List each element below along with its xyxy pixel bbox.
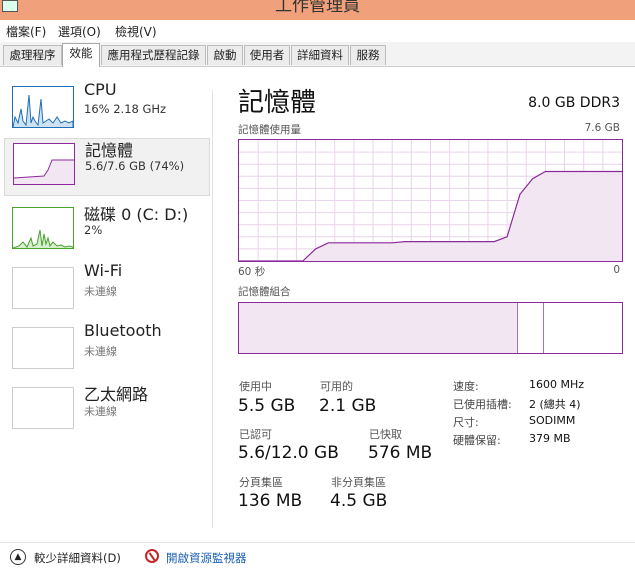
stat-committed-value: 5.6/12.0 GB <box>238 443 339 463</box>
info-slots-value: 2 (總共 4) <box>529 398 581 411</box>
stat-cached-value: 576 MB <box>368 443 433 463</box>
disk-thumbnail-graph <box>12 207 74 249</box>
tab-details[interactable]: 詳細資料 <box>291 45 349 65</box>
sidebar-item-cpu[interactable]: CPU 16% 2.18 GHz <box>4 80 208 138</box>
menu-file[interactable]: 檔案(F) <box>6 23 46 40</box>
composition-label: 記憶體組合 <box>238 286 291 298</box>
memory-usage-svg <box>239 140 622 262</box>
usage-chart-max: 7.6 GB <box>584 122 620 134</box>
stat-in-use-value: 5.5 GB <box>238 396 296 416</box>
sidebar-item-memory[interactable]: 記憶體 5.6/7.6 GB (74%) <box>4 138 210 196</box>
sidebar-title: CPU <box>84 80 117 99</box>
tab-services[interactable]: 服務 <box>350 45 386 65</box>
bluetooth-thumbnail-graph <box>12 327 74 369</box>
cpu-thumbnail-graph <box>12 86 74 128</box>
sidebar-title: Bluetooth <box>84 321 162 340</box>
stat-available-label: 可用的 <box>320 380 353 393</box>
detail-heading: 記憶體 <box>238 88 317 118</box>
stat-paged-pool-value: 136 MB <box>238 491 303 511</box>
sidebar-item-ethernet[interactable]: 乙太網路 未連線 <box>4 383 208 439</box>
tab-startup[interactable]: 啟動 <box>207 45 243 65</box>
fewer-details-link[interactable]: 較少詳細資料(D) <box>34 550 121 566</box>
stat-in-use-label: 使用中 <box>239 380 272 393</box>
open-resource-monitor-link[interactable]: 開啟資源監視器 <box>166 550 247 566</box>
sidebar-subtitle: 5.6/7.6 GB (74%) <box>85 159 185 173</box>
menu-options[interactable]: 選項(O) <box>58 23 101 40</box>
sidebar-title: 記憶體 <box>85 141 134 160</box>
stat-nonpaged-pool-value: 4.5 GB <box>330 491 388 511</box>
sidebar-item-disk[interactable]: 磁碟 0 (C: D:) 2% <box>4 203 208 259</box>
memory-thumbnail-graph <box>13 143 75 185</box>
tab-app-history[interactable]: 應用程式歷程記錄 <box>101 45 206 65</box>
sidebar-subtitle: 未連線 <box>84 285 117 298</box>
panel-divider <box>212 90 213 528</box>
info-speed-label: 速度: <box>453 380 479 393</box>
info-speed-value: 1600 MHz <box>529 378 585 391</box>
stat-available-value: 2.1 GB <box>319 396 377 416</box>
footer-bar: ▲ 較少詳細資料(D) 開啟資源監視器 <box>0 542 635 571</box>
composition-in-use <box>239 303 518 353</box>
ethernet-thumbnail-graph <box>12 387 74 429</box>
memory-usage-chart <box>238 139 623 262</box>
stat-committed-label: 已認可 <box>239 428 272 441</box>
info-form-factor-label: 尺寸: <box>453 416 479 429</box>
time-axis-left: 60 秒 <box>238 266 266 278</box>
resource-monitor-icon[interactable] <box>145 549 159 563</box>
window-title: 工作管理員 <box>275 0 360 16</box>
chevron-up-icon[interactable]: ▲ <box>10 549 26 565</box>
tab-processes[interactable]: 處理程序 <box>3 45 62 65</box>
sidebar-item-bluetooth[interactable]: Bluetooth 未連線 <box>4 321 208 379</box>
sidebar-subtitle: 16% 2.18 GHz <box>84 102 167 116</box>
sidebar-subtitle: 未連線 <box>84 345 117 358</box>
info-hw-reserved-value: 379 MB <box>529 432 571 445</box>
sidebar-subtitle: 未連線 <box>84 405 117 418</box>
sidebar-subtitle: 2% <box>84 223 103 237</box>
tab-performance[interactable]: 效能 <box>62 43 100 67</box>
stat-nonpaged-pool-label: 非分頁集區 <box>331 476 386 489</box>
tab-users[interactable]: 使用者 <box>244 45 290 65</box>
info-slots-label: 已使用插槽: <box>453 398 512 411</box>
info-form-factor-value: SODIMM <box>529 414 576 427</box>
time-axis-right: 0 <box>613 264 620 276</box>
sidebar-title: 磁碟 0 (C: D:) <box>84 205 189 224</box>
wifi-thumbnail-graph <box>12 267 74 309</box>
menu-view[interactable]: 檢視(V) <box>115 23 157 40</box>
menu-bar: 檔案(F) 選項(O) 檢視(V) <box>0 20 635 42</box>
usage-chart-label: 記憶體使用量 <box>238 124 301 136</box>
composition-modified <box>519 303 544 353</box>
sidebar-title: Wi-Fi <box>84 261 123 280</box>
stat-paged-pool-label: 分頁集區 <box>239 476 283 489</box>
sidebar-title: 乙太網路 <box>84 385 149 404</box>
memory-composition-bar <box>238 302 623 354</box>
tab-bar: 處理程序 效能 應用程式歷程記錄 啟動 使用者 詳細資料 服務 <box>0 42 635 67</box>
stat-cached-label: 已快取 <box>369 428 402 441</box>
memory-spec: 8.0 GB DDR3 <box>528 95 620 111</box>
info-hw-reserved-label: 硬體保留: <box>453 434 501 447</box>
sidebar-item-wifi[interactable]: Wi-Fi 未連線 <box>4 261 208 319</box>
